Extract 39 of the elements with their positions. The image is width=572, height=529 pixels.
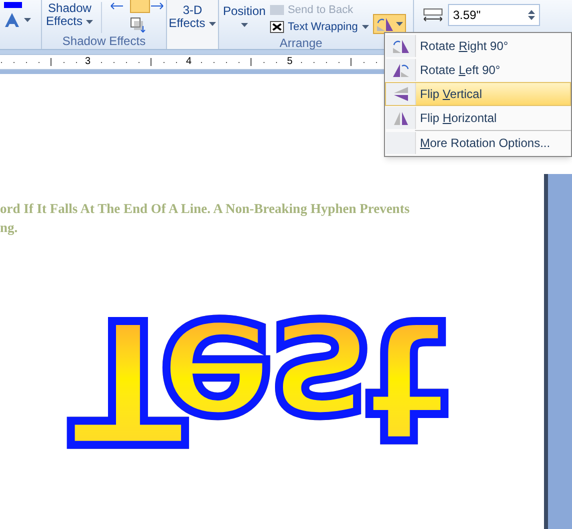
ruler-number: 3 [84,57,92,67]
line-color-swatch [4,2,22,8]
menu-item[interactable]: Rotate Right 90° [385,34,571,58]
caret-icon [24,18,31,22]
menu-item[interactable]: Rotate Left 90° [385,58,571,82]
caret-icon [396,22,403,26]
menu-item[interactable]: Flip Vertical [385,82,571,106]
caret-icon [528,16,535,20]
nudge-left-icon[interactable] [110,2,124,10]
shadow-toggle-button[interactable] [130,0,150,13]
width-spinner-field[interactable]: 3.59" [448,4,540,26]
flip-horizontal-icon [392,110,410,126]
document-text-line: ng. [0,219,19,237]
position-button[interactable]: Position [223,5,266,35]
document-text-line: ord If It Falls At The End Of A Line. A Non-Breaking Hyphen Prevents [0,200,411,218]
menu-item[interactable]: Flip Horizontal [385,106,571,130]
caret-icon [240,23,248,27]
rotate-right-icon [376,16,394,32]
nudge-right-icon[interactable] [150,2,164,10]
ruler-number: 4 [185,57,193,67]
send-back-icon [270,5,284,15]
rotate-button[interactable] [372,14,406,34]
rotate-right-icon [392,38,410,54]
group-label: Shadow Effects [62,33,146,49]
text-wrapping-button[interactable]: Text Wrapping [270,19,369,35]
width-icon [422,8,444,22]
spin-up-icon[interactable] [528,10,535,14]
menu-item[interactable]: More Rotation Options... [385,131,571,155]
group-label: Arrange [280,35,322,51]
caret-icon [209,22,216,26]
ruler-number: 5 [286,57,294,67]
caret-icon [362,25,369,29]
text-fill-icon[interactable] [4,12,20,28]
nudge-down-icon[interactable] [130,17,146,33]
shadow-effects-button[interactable]: Shadow Effects [46,2,102,33]
text-wrapping-icon [270,21,284,33]
flip-vertical-icon [392,86,410,102]
caret-icon [86,20,94,24]
rotate-left-icon [392,62,410,78]
